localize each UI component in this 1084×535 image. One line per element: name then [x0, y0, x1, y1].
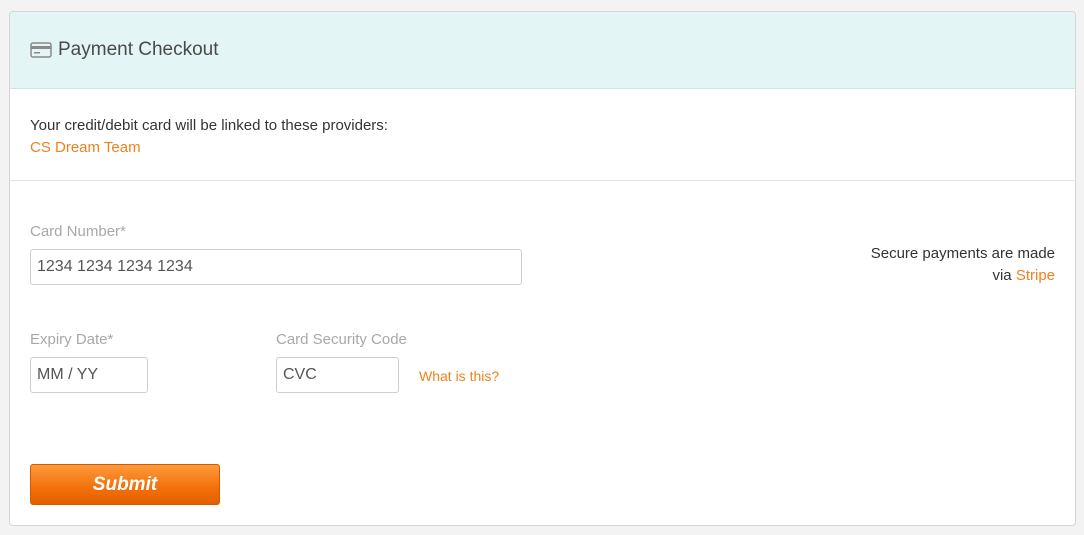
expiry-date-label: Expiry Date*: [30, 331, 114, 348]
page-title: Payment Checkout: [58, 39, 219, 60]
what-is-this-link[interactable]: What is this?: [419, 368, 499, 384]
payment-form: Card Number* 1234 1234 1234 1234 Expiry …: [10, 181, 1075, 525]
cvc-input[interactable]: CVC: [276, 357, 399, 393]
provider-link-cs-dream-team[interactable]: CS Dream Team: [30, 137, 141, 159]
secure-payments-via-line: via Stripe: [871, 265, 1055, 287]
stripe-link[interactable]: Stripe: [1016, 267, 1055, 284]
via-text: via: [992, 267, 1012, 284]
secure-payments-note: Secure payments are made via Stripe: [871, 243, 1055, 287]
submit-button[interactable]: Submit: [30, 464, 220, 505]
card-number-input[interactable]: 1234 1234 1234 1234: [30, 249, 522, 285]
credit-card-icon: [30, 41, 52, 59]
providers-section: Your credit/debit card will be linked to…: [10, 89, 1075, 181]
expiry-date-input[interactable]: MM / YY: [30, 357, 148, 393]
card-number-label: Card Number*: [30, 223, 126, 240]
card-security-code-label: Card Security Code: [276, 331, 407, 348]
payment-checkout-panel: Payment Checkout Your credit/debit card …: [9, 11, 1076, 526]
panel-header: Payment Checkout: [10, 12, 1075, 89]
secure-payments-line: Secure payments are made: [870, 245, 1055, 262]
providers-intro: Your credit/debit card will be linked to…: [30, 117, 388, 134]
